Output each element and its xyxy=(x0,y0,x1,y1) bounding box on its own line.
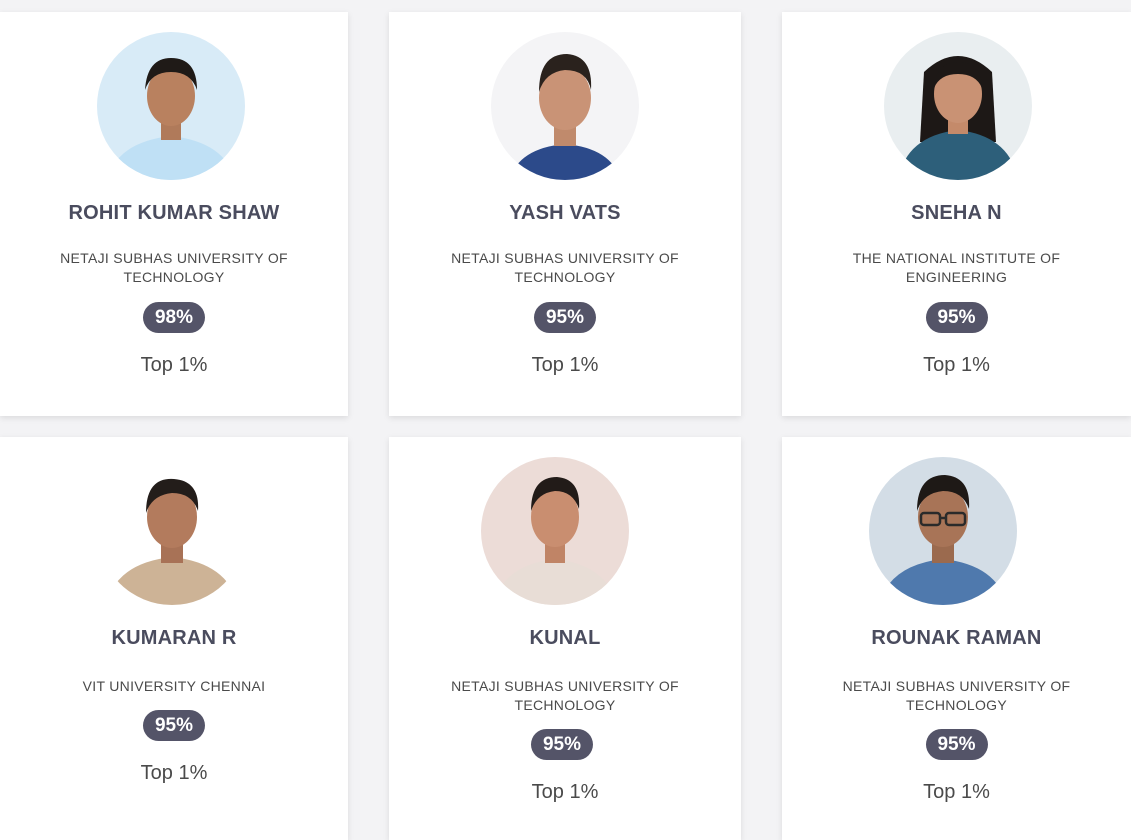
student-photo xyxy=(868,457,1017,605)
student-photo xyxy=(97,32,245,180)
student-university: VIT UNIVERSITY CHENNAI xyxy=(82,678,266,694)
student-name: YASH VATS xyxy=(509,202,621,224)
student-card: ROUNAK RAMAN NETAJI SUBHAS UNIVERSITY OF… xyxy=(782,437,1131,840)
student-card: ROHIT KUMAR SHAW NETAJI SUBHAS UNIVERSIT… xyxy=(0,12,348,416)
rank-label: Top 1% xyxy=(923,354,990,376)
score-badge: 95% xyxy=(530,729,594,760)
student-card: SNEHA N THE NATIONAL INSTITUTE OF ENGINE… xyxy=(782,12,1131,416)
score-badge: 95% xyxy=(533,302,597,333)
student-university: NETAJI SUBHAS UNIVERSITY OF TECHNOLOGY xyxy=(451,250,679,285)
student-name: ROUNAK RAMAN xyxy=(871,627,1042,649)
rank-label: Top 1% xyxy=(531,354,599,376)
student-photo xyxy=(491,32,639,180)
student-university: THE NATIONAL INSTITUTE OF ENGINEERING xyxy=(852,250,1061,285)
student-name: KUNAL xyxy=(529,627,601,649)
student-university: NETAJI SUBHAS UNIVERSITY OF TECHNOLOGY xyxy=(842,678,1071,713)
score-badge: 95% xyxy=(142,710,206,741)
student-name: ROHIT KUMAR SHAW xyxy=(68,202,280,224)
student-university: NETAJI SUBHAS UNIVERSITY OF TECHNOLOGY xyxy=(60,250,288,285)
student-card: YASH VATS NETAJI SUBHAS UNIVERSITY OF TE… xyxy=(389,12,741,416)
student-university: NETAJI SUBHAS UNIVERSITY OF TECHNOLOGY xyxy=(451,678,679,713)
student-photo xyxy=(883,32,1032,180)
student-card: KUMARAN R VIT UNIVERSITY CHENNAI 95% Top… xyxy=(0,437,348,840)
score-badge: 95% xyxy=(925,729,988,760)
score-badge: 98% xyxy=(142,302,206,333)
rank-label: Top 1% xyxy=(531,781,599,803)
rank-label: Top 1% xyxy=(923,781,990,803)
rank-label: Top 1% xyxy=(140,354,208,376)
student-card: KUNAL NETAJI SUBHAS UNIVERSITY OF TECHNO… xyxy=(389,437,741,840)
student-photo xyxy=(481,457,629,605)
student-results-grid: ROHIT KUMAR SHAW NETAJI SUBHAS UNIVERSIT… xyxy=(0,0,1131,840)
score-badge: 95% xyxy=(925,302,988,333)
rank-label: Top 1% xyxy=(140,762,208,784)
student-name: KUMARAN R xyxy=(111,627,237,649)
student-name: SNEHA N xyxy=(911,202,1002,224)
student-photo xyxy=(98,457,246,605)
